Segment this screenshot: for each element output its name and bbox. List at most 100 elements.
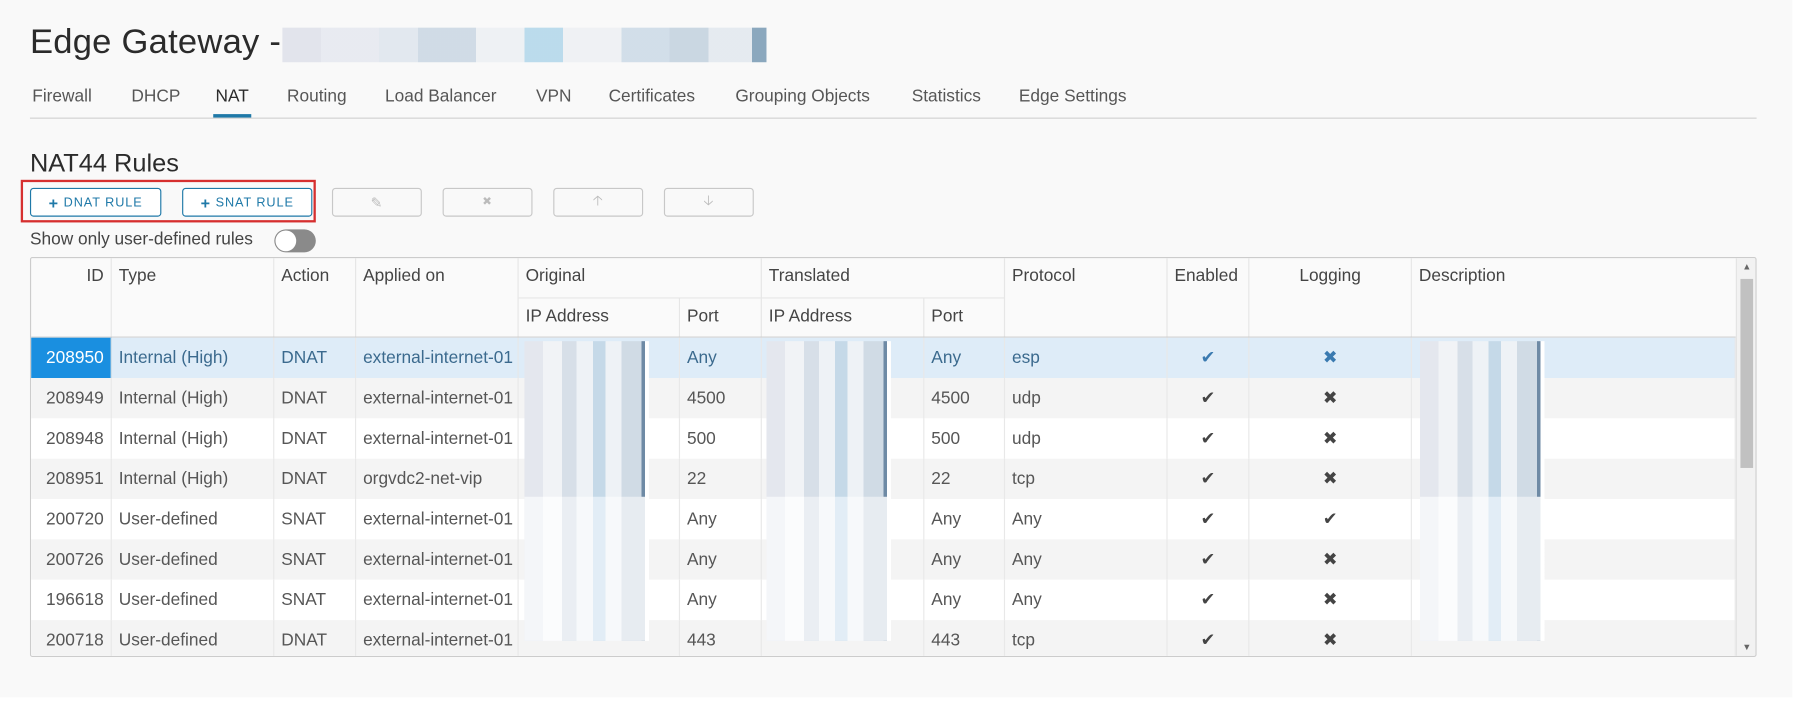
- row-translated-port: 22: [924, 458, 1006, 500]
- header-logging[interactable]: Logging: [1249, 258, 1412, 338]
- tab-statistics[interactable]: Statistics: [909, 85, 983, 117]
- row-id: 208950: [31, 337, 112, 379]
- row-id: 196618: [31, 579, 112, 621]
- scroll-up-arrow-icon[interactable]: ▲: [1737, 262, 1755, 272]
- x-icon: ✖: [1322, 549, 1338, 570]
- row-translated-port: 443: [924, 620, 1006, 656]
- header-type[interactable]: Type: [112, 258, 275, 338]
- x-icon: ✖: [1322, 590, 1338, 610]
- row-logging: ✖: [1249, 458, 1412, 500]
- check-icon: ✔: [1200, 509, 1216, 530]
- row-applied-on: external-internet-01: [356, 579, 519, 621]
- tab-load-balancer[interactable]: Load Balancer: [383, 85, 499, 117]
- check-icon: ✔: [1200, 590, 1216, 610]
- row-id: 200720: [31, 499, 112, 540]
- scrollbar-thumb[interactable]: [1740, 278, 1754, 468]
- tab-firewall[interactable]: Firewall: [30, 85, 94, 117]
- row-enabled: ✔: [1168, 539, 1250, 580]
- row-enabled: ✔: [1168, 378, 1250, 419]
- row-enabled: ✔: [1168, 620, 1250, 656]
- redacted-description: [1420, 496, 1545, 641]
- arrow-up-icon: 🡡: [592, 192, 604, 209]
- header-original-ip[interactable]: IP Address: [519, 298, 681, 338]
- tab-edge-settings[interactable]: Edge Settings: [1017, 85, 1129, 117]
- redacted-gateway-name: [282, 27, 767, 63]
- row-logging: ✖: [1249, 378, 1412, 419]
- user-defined-filter-toggle[interactable]: [274, 229, 316, 253]
- row-action: DNAT: [274, 620, 357, 656]
- row-id: 208951: [31, 458, 112, 500]
- row-protocol: Any: [1005, 539, 1168, 580]
- row-action: DNAT: [274, 458, 357, 500]
- row-type: User-defined: [112, 499, 275, 540]
- row-applied-on: external-internet-01: [356, 378, 519, 419]
- scroll-down-arrow-icon[interactable]: ▼: [1737, 642, 1755, 652]
- add-snat-rule-label: SNAT RULE: [215, 195, 294, 210]
- row-id: 208948: [31, 418, 112, 459]
- row-applied-on: orgvdc2-net-vip: [356, 458, 519, 500]
- row-original-port: 443: [680, 620, 762, 656]
- tab-nat[interactable]: NAT: [213, 85, 252, 118]
- header-action[interactable]: Action: [274, 258, 357, 338]
- edit-button[interactable]: ✎: [331, 187, 422, 217]
- move-down-button[interactable]: 🡣: [663, 187, 754, 217]
- row-logging: ✖: [1249, 579, 1412, 621]
- tab-dhcp[interactable]: DHCP: [129, 85, 183, 117]
- row-action: DNAT: [274, 378, 357, 419]
- row-protocol: esp: [1005, 337, 1168, 379]
- row-applied-on: external-internet-01: [356, 620, 519, 656]
- check-icon: ✔: [1200, 388, 1216, 409]
- row-translated-port: Any: [924, 579, 1006, 621]
- tab-routing[interactable]: Routing: [285, 85, 349, 117]
- tab-certificates[interactable]: Certificates: [606, 85, 697, 117]
- add-snat-rule-button[interactable]: + SNAT RULE: [182, 187, 313, 217]
- header-description[interactable]: Description: [1412, 258, 1736, 338]
- row-translated-port: Any: [924, 539, 1006, 580]
- row-action: SNAT: [274, 539, 357, 580]
- delete-button[interactable]: ✖: [442, 187, 533, 217]
- page-title: Edge Gateway -: [29, 23, 282, 62]
- row-original-port: 22: [680, 458, 762, 500]
- delete-icon: ✖: [482, 195, 493, 209]
- row-original-port: Any: [680, 337, 762, 379]
- x-icon: ✖: [1322, 630, 1338, 651]
- table-scrollbar[interactable]: ▲ ▼: [1735, 258, 1756, 656]
- row-id: 200718: [31, 620, 112, 656]
- row-translated-port: 500: [924, 418, 1006, 459]
- redacted-translated-ip: [766, 496, 891, 641]
- header-protocol[interactable]: Protocol: [1005, 258, 1168, 338]
- header-applied-on[interactable]: Applied on: [356, 258, 519, 338]
- row-type: Internal (High): [112, 418, 275, 459]
- row-applied-on: external-internet-01: [356, 539, 519, 580]
- row-enabled: ✔: [1168, 458, 1250, 500]
- add-dnat-rule-button[interactable]: + DNAT RULE: [29, 187, 162, 217]
- header-original: Original: [518, 258, 762, 299]
- row-protocol: udp: [1005, 378, 1168, 419]
- header-translated-port[interactable]: Port: [924, 298, 1006, 338]
- row-enabled: ✔: [1168, 337, 1250, 379]
- header-translated-ip[interactable]: IP Address: [762, 298, 925, 338]
- row-type: Internal (High): [112, 378, 275, 419]
- header-enabled[interactable]: Enabled: [1168, 258, 1250, 338]
- row-original-port: Any: [680, 499, 762, 540]
- row-translated-port: Any: [924, 499, 1006, 540]
- row-translated-port: Any: [924, 337, 1006, 379]
- row-type: User-defined: [112, 539, 275, 580]
- header-original-port[interactable]: Port: [680, 298, 762, 338]
- section-title: NAT44 Rules: [29, 148, 179, 178]
- row-enabled: ✔: [1168, 579, 1250, 621]
- move-up-button[interactable]: 🡡: [553, 187, 644, 217]
- row-action: SNAT: [274, 499, 357, 540]
- row-type: User-defined: [112, 579, 275, 621]
- row-action: DNAT: [274, 418, 357, 459]
- tab-grouping-objects[interactable]: Grouping Objects: [733, 85, 872, 117]
- row-logging: ✖: [1249, 539, 1412, 580]
- tab-vpn[interactable]: VPN: [534, 85, 574, 117]
- row-protocol: udp: [1005, 418, 1168, 459]
- row-logging: ✖: [1249, 620, 1412, 656]
- check-icon: ✔: [1200, 348, 1216, 368]
- edit-icon: ✎: [370, 194, 384, 211]
- header-id[interactable]: ID: [31, 258, 112, 338]
- row-protocol: tcp: [1005, 458, 1168, 500]
- plus-icon: +: [48, 193, 60, 212]
